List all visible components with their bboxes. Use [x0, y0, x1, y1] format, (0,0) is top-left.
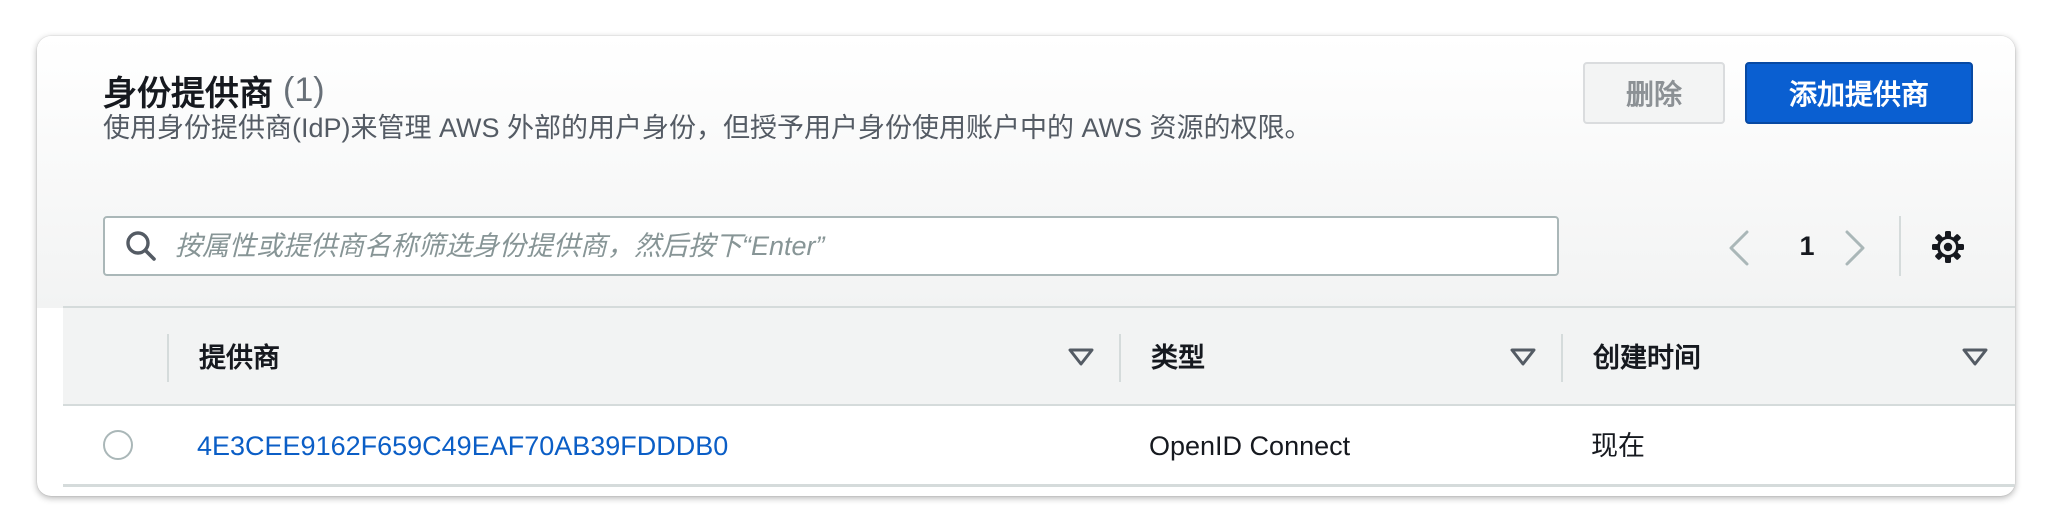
pagination-current-page[interactable]: 1	[1777, 226, 1837, 266]
table-body: 4E3CEE9162F659C49EAF70AB39FDDDB0 OpenID …	[63, 406, 2015, 486]
column-header-created[interactable]: 创建时间	[1593, 336, 1701, 380]
delete-button[interactable]: 删除	[1583, 62, 1725, 124]
identity-providers-panel: 身份提供商 (1) 使用身份提供商(IdP)来管理 AWS 外部的用户身份，但授…	[37, 36, 2015, 496]
caret-down-icon[interactable]	[1067, 346, 1095, 368]
caret-down-icon[interactable]	[1961, 346, 1989, 368]
header-description: 使用身份提供商(IdP)来管理 AWS 外部的用户身份，但授予用户身份使用账户中…	[103, 113, 1312, 143]
column-separator	[1119, 334, 1121, 382]
row-select-radio[interactable]	[103, 430, 133, 460]
column-header-type[interactable]: 类型	[1151, 336, 1205, 380]
chevron-left-icon[interactable]	[1725, 228, 1753, 268]
add-provider-button[interactable]: 添加提供商	[1745, 62, 1973, 124]
chevron-right-icon[interactable]	[1841, 228, 1869, 268]
toolbar-divider	[1899, 216, 1901, 276]
search-box[interactable]	[103, 216, 1559, 276]
table-header: 提供商 类型 创建时间	[63, 306, 2015, 406]
title-count: (1)	[283, 70, 325, 109]
created-time: 现在	[1591, 431, 1645, 461]
provider-link[interactable]: 4E3CEE9162F659C49EAF70AB39FDDDB0	[197, 406, 728, 486]
caret-down-icon[interactable]	[1509, 346, 1537, 368]
search-icon	[126, 231, 156, 261]
search-input[interactable]	[173, 229, 1533, 263]
table-bottom-border	[63, 484, 2015, 487]
provider-type: OpenID Connect	[1149, 431, 1351, 461]
panel-header: 身份提供商 (1) 使用身份提供商(IdP)来管理 AWS 外部的用户身份，但授…	[37, 36, 2015, 308]
gear-icon[interactable]	[1931, 230, 1965, 264]
column-separator	[1561, 334, 1563, 382]
column-header-provider[interactable]: 提供商	[199, 336, 280, 380]
column-separator	[167, 334, 169, 382]
